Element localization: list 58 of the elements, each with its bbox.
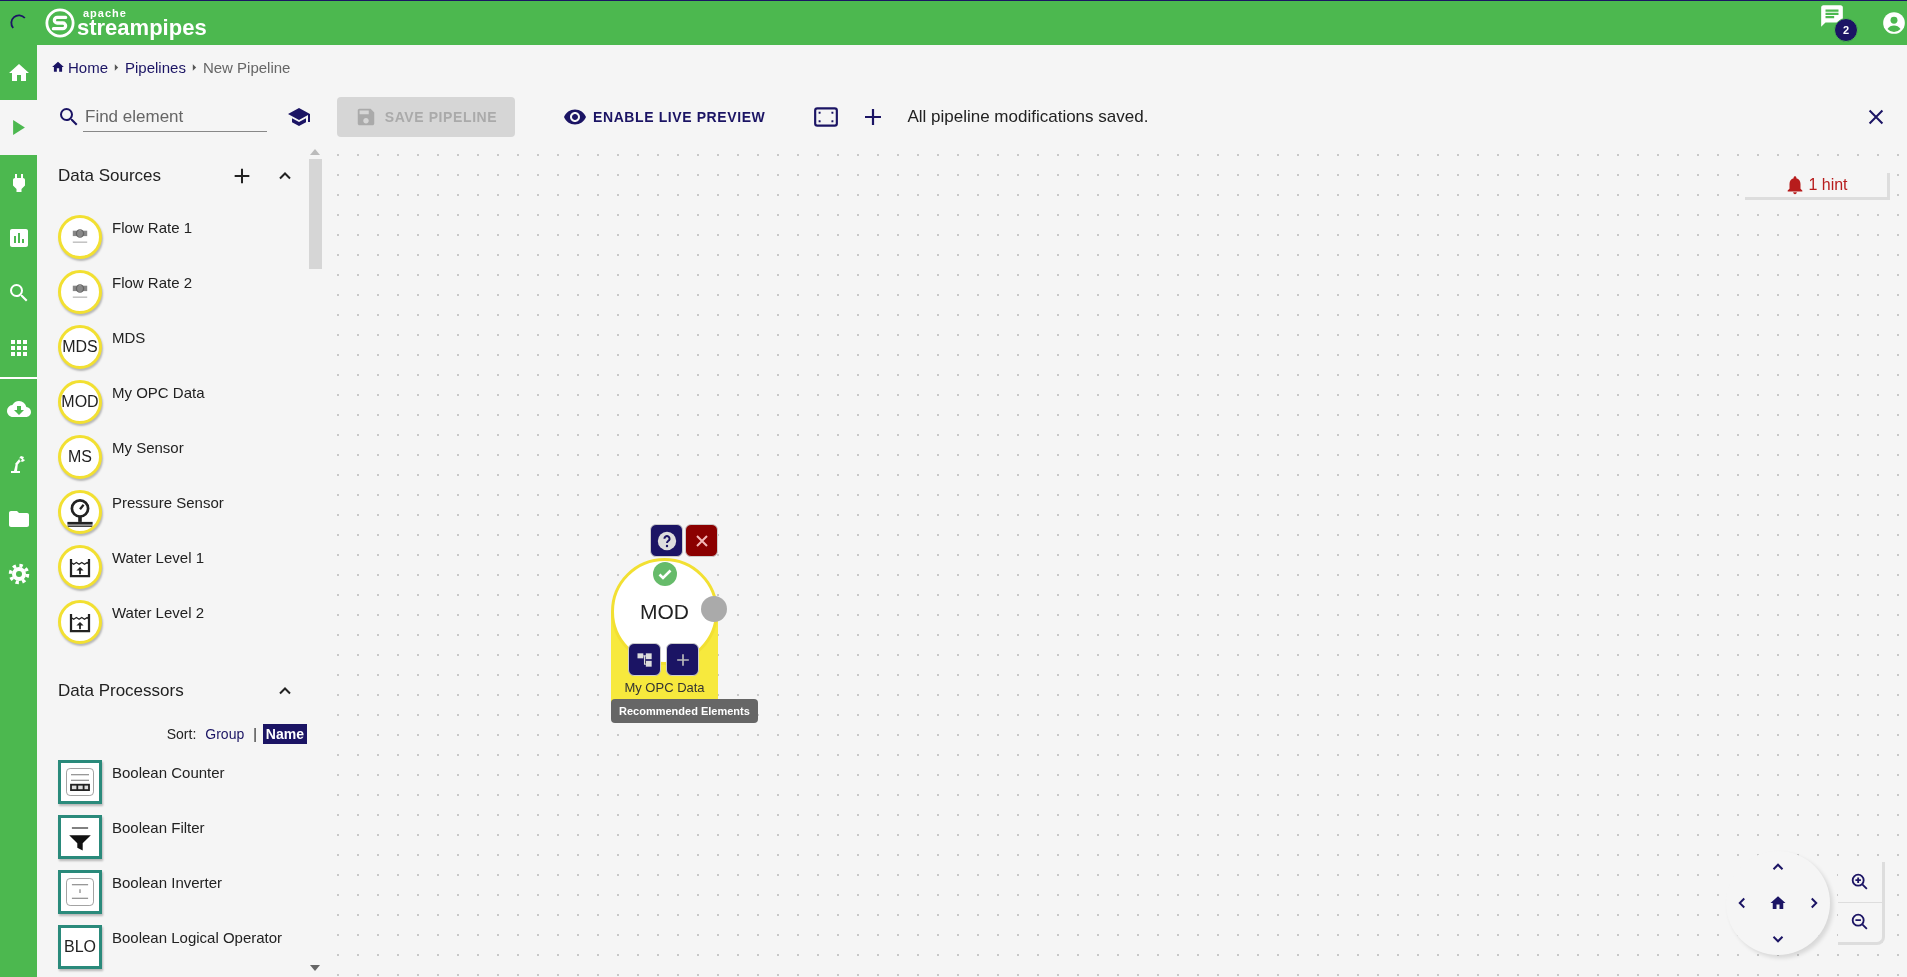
- fit-view-button[interactable]: [813, 104, 840, 130]
- source-icon[interactable]: MOD: [58, 380, 102, 424]
- question-icon: [655, 529, 678, 552]
- help-button[interactable]: [650, 524, 683, 557]
- sort-label: Sort:: [166, 726, 197, 742]
- element-name[interactable]: My Sensor: [112, 435, 184, 490]
- separator-icon: [191, 63, 197, 71]
- status-message: All pipeline modifications saved.: [907, 107, 1149, 127]
- source-icon[interactable]: MDS: [58, 325, 102, 369]
- chat-icon: [1819, 3, 1845, 29]
- source-icon[interactable]: [58, 545, 102, 589]
- breadcrumb-link[interactable]: New Pipeline: [202, 58, 291, 76]
- element-name[interactable]: Water Level 2: [112, 600, 204, 655]
- scrollbar-thumb[interactable]: [308, 159, 322, 269]
- element-name[interactable]: MDS: [112, 325, 146, 380]
- element-name[interactable]: My OPC Data: [112, 380, 205, 435]
- element-name[interactable]: Boolean Inverter: [112, 870, 223, 925]
- processor-icon[interactable]: BLO: [58, 925, 102, 969]
- element-name[interactable]: Boolean Counter: [112, 760, 225, 815]
- element-name[interactable]: Flow Rate 1: [112, 215, 193, 270]
- breadcrumb-link[interactable]: Pipelines: [125, 58, 186, 76]
- delete-button[interactable]: [685, 524, 718, 557]
- hint-button[interactable]: 1 hint: [1745, 173, 1890, 200]
- settings-icon: [6, 561, 31, 586]
- add-element-button[interactable]: [666, 643, 699, 676]
- separator: |: [253, 726, 257, 742]
- element-name[interactable]: Boolean Logical Operator: [112, 925, 283, 977]
- processor-icon[interactable]: [58, 760, 102, 804]
- element-name[interactable]: Pressure Sensor: [112, 490, 224, 545]
- search-field[interactable]: Find element: [83, 102, 267, 132]
- sort-option[interactable]: Group: [202, 724, 248, 744]
- separator-icon: [114, 63, 119, 71]
- element-name[interactable]: Boolean Filter: [112, 815, 205, 870]
- hierarchy-button[interactable]: [628, 643, 661, 676]
- source-icon[interactable]: MS: [58, 435, 102, 479]
- home-icon: [1769, 894, 1787, 912]
- scroll-down-icon[interactable]: [310, 965, 320, 971]
- fit-screen-icon: [813, 104, 840, 130]
- source-icon[interactable]: [58, 490, 102, 534]
- breadcrumb-link[interactable]: Home: [51, 58, 108, 76]
- source-icon[interactable]: [58, 600, 102, 644]
- logo-icon: [45, 8, 75, 38]
- notification-count: 2: [1834, 18, 1858, 42]
- processor-icon[interactable]: [58, 815, 102, 859]
- node-label: My OPC Data: [623, 680, 706, 695]
- account-button[interactable]: [1881, 10, 1907, 36]
- live-preview-button[interactable]: ENABLE LIVE PREVIEW: [557, 104, 772, 130]
- graduation-cap-icon: [287, 105, 311, 129]
- tooltip: Recommended Elements: [611, 699, 758, 723]
- tutorial-button[interactable]: [287, 105, 311, 129]
- element-name[interactable]: Water Level 1: [112, 545, 204, 600]
- section-title: Data Sources: [58, 166, 161, 186]
- element-name[interactable]: Flow Rate 2: [112, 270, 193, 325]
- notifications-button[interactable]: [1819, 3, 1845, 29]
- home-icon: [51, 60, 65, 74]
- section-title: Data Processors: [58, 681, 184, 701]
- sort-option[interactable]: Name: [262, 724, 307, 744]
- play-icon: [12, 120, 25, 135]
